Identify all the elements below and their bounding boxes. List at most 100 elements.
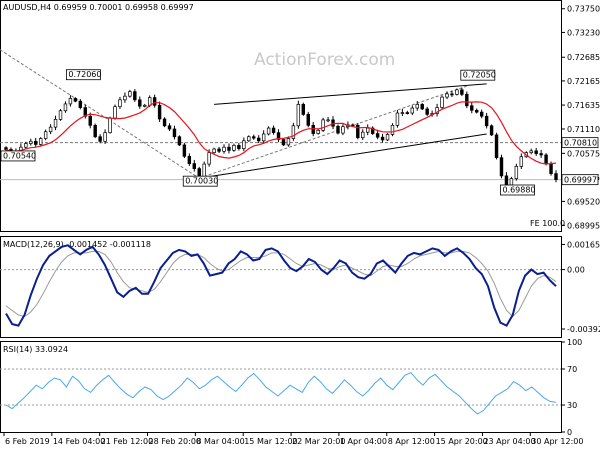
candle-body [103, 132, 107, 142]
price-axis-flags: 0.70810 0.69997 [561, 137, 599, 186]
candle-body [410, 107, 415, 114]
candle-body [172, 128, 177, 138]
price-tick-label: 0.73750 [567, 5, 600, 14]
candle-body [534, 150, 538, 154]
price-tick-label: 0.71635 [567, 101, 600, 110]
macd-panel: MACD(12,26,9) -0.001452 -0.001118 0.0016… [0, 236, 600, 338]
candle-body [479, 111, 484, 117]
candle-body [207, 152, 211, 165]
candle-body [415, 104, 419, 109]
candle-body [58, 110, 63, 120]
rsi-panel-frame [0, 341, 562, 433]
candle-body [529, 150, 533, 154]
macd-signal-line [5, 250, 557, 318]
rsi-y-axis: 100 70 30 0 [0, 338, 582, 437]
candle-body [266, 127, 271, 135]
candle-body [311, 124, 315, 134]
axis-flag-text: 0.70810 [564, 139, 597, 148]
candle-body [247, 136, 251, 142]
candle-body [128, 91, 132, 97]
rsi-panel: RSI(14) 33.0924 100 70 30 0 [0, 338, 582, 437]
candle-body [321, 119, 325, 131]
time-tick-label: 15 Mar 12:00 [244, 437, 297, 446]
price-tick-label: 0.70575 [567, 149, 600, 158]
candle-body [157, 104, 162, 120]
candle-body [261, 133, 266, 142]
dotted-support-line [199, 85, 467, 179]
candle-body [514, 165, 519, 179]
time-tick-label: 28 Feb 20:00 [149, 437, 201, 446]
candle-body [494, 134, 499, 159]
candle-body [48, 126, 53, 133]
candle-body [390, 124, 395, 135]
candle-body [212, 148, 216, 154]
candle-body [316, 129, 320, 134]
price-label-text: 0.70540 [3, 151, 36, 160]
candle-body [405, 112, 410, 114]
time-tick-label: 15 Apr 20:00 [436, 437, 488, 446]
candle-body [549, 163, 553, 174]
candle-body [465, 94, 469, 107]
candle-body [232, 145, 236, 151]
candle-body [554, 173, 558, 180]
price-label-text: 0.69880 [502, 186, 535, 195]
candle-body [202, 163, 206, 179]
rsi-tick-label: 30 [567, 401, 577, 410]
candle-body [256, 137, 261, 142]
moving-average-line [5, 101, 557, 165]
rsi-series [5, 371, 557, 415]
candle-body [53, 119, 58, 128]
candle-body [222, 146, 226, 152]
candle-body [227, 146, 231, 151]
candle-body [385, 134, 390, 141]
watermark: ActionForex.com [254, 50, 395, 70]
candle-body [489, 125, 494, 136]
candle-body [400, 112, 405, 114]
candle-body [341, 126, 345, 134]
candle-body [286, 138, 291, 146]
candle-body [326, 119, 330, 122]
candle-body [38, 138, 43, 145]
candle-body [237, 145, 241, 149]
candle-body [475, 109, 479, 113]
price-tick-label: 0.73230 [567, 28, 600, 37]
candle-body [499, 157, 504, 177]
candle-body [182, 144, 187, 157]
candle-body [78, 100, 83, 108]
rsi-tick-label: 70 [567, 365, 577, 374]
candle-body [177, 136, 182, 146]
time-tick-label: 1 Apr 04:00 [340, 437, 387, 446]
time-tick-label: 8 Mar 04:00 [196, 437, 244, 446]
candle-body [147, 97, 152, 106]
candle-body [192, 163, 197, 169]
fib-extension-label: FE 100.0 [530, 219, 565, 228]
macd-tick-label: 0.001659 [567, 240, 600, 249]
candle-body [43, 131, 48, 139]
price-tick-label: 0.69520 [567, 197, 600, 206]
candle-body [395, 112, 400, 126]
time-tick-label: 22 Mar 20:00 [292, 437, 345, 446]
candle-body [380, 136, 385, 141]
candle-body [252, 136, 256, 139]
candle-body [24, 143, 28, 148]
candle-body [504, 175, 509, 186]
price-panel: AUDUSD,H4 0.69959 0.70001 0.69958 0.6999… [0, 0, 600, 232]
candle-body [365, 127, 370, 133]
time-axis: 6 Feb 2019 14 Feb 04:0021 Feb 12:0028 Feb… [3, 432, 583, 446]
candle-body [68, 98, 73, 105]
candle-body [460, 89, 464, 95]
candle-body [281, 139, 286, 146]
price-label-text: 0.72060 [68, 70, 101, 79]
macd-lines [5, 244, 557, 327]
rsi-tick-label: 0 [567, 428, 572, 437]
candle-body [306, 114, 310, 126]
candle-body [4, 147, 8, 150]
candle-body [167, 125, 172, 130]
candle-body [450, 93, 454, 96]
candle-body [187, 155, 192, 164]
candle-body [93, 124, 97, 138]
candle-body [440, 96, 444, 108]
price-tick-label: 0.71110 [567, 125, 600, 134]
candle-body [271, 127, 276, 133]
audusd-chart: AUDUSD,H4 0.69959 0.70001 0.69958 0.6999… [0, 0, 600, 446]
